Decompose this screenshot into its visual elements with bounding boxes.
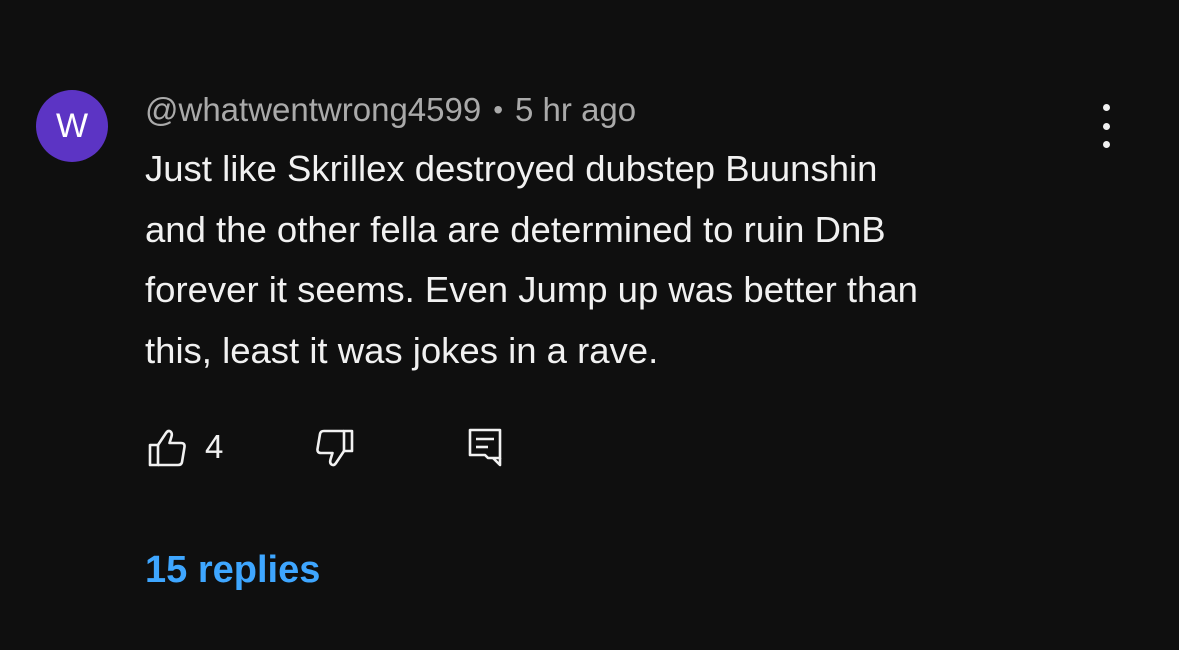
comment-text-line: this, least it was jokes in a rave. [145,329,659,371]
like-button[interactable]: 4 [147,424,223,470]
comment-thread: W @whatwentwrong4599 • 5 hr ago Just lik… [0,0,1179,650]
more-vert-icon-dot-top [1102,104,1110,111]
author-name[interactable]: @whatwentwrong4599 [145,91,481,129]
thumb-up-icon [148,429,186,467]
comment-text-line: forever it seems. Even Jump up was bette… [145,269,918,310]
comment-text-line: and the other fella are determined to ru… [145,208,886,250]
reply-button[interactable] [467,424,503,470]
comment-text-line: Just like Skrillex destroyed dubstep Buu… [145,148,878,189]
like-count: 4 [205,428,224,465]
more-vert-icon-dot-middle [1102,122,1110,130]
avatar[interactable]: W [36,90,108,162]
avatar-letter: W [55,107,89,145]
more-vert-icon-dot-bottom [1102,141,1110,148]
dislike-button[interactable] [315,424,355,470]
comment-actions: 4 [145,424,545,470]
comment-timestamp[interactable]: 5 hr ago [515,91,636,129]
comment-header: @whatwentwrong4599 • 5 hr ago [145,88,636,132]
reply-comment-icon [468,428,502,467]
comment-text: Just like Skrillex destroyed dubstep Buu… [145,139,1095,381]
thumb-down-icon [316,429,354,467]
view-replies-link[interactable]: 15 replies [145,549,320,592]
meta-separator: • [493,94,504,125]
